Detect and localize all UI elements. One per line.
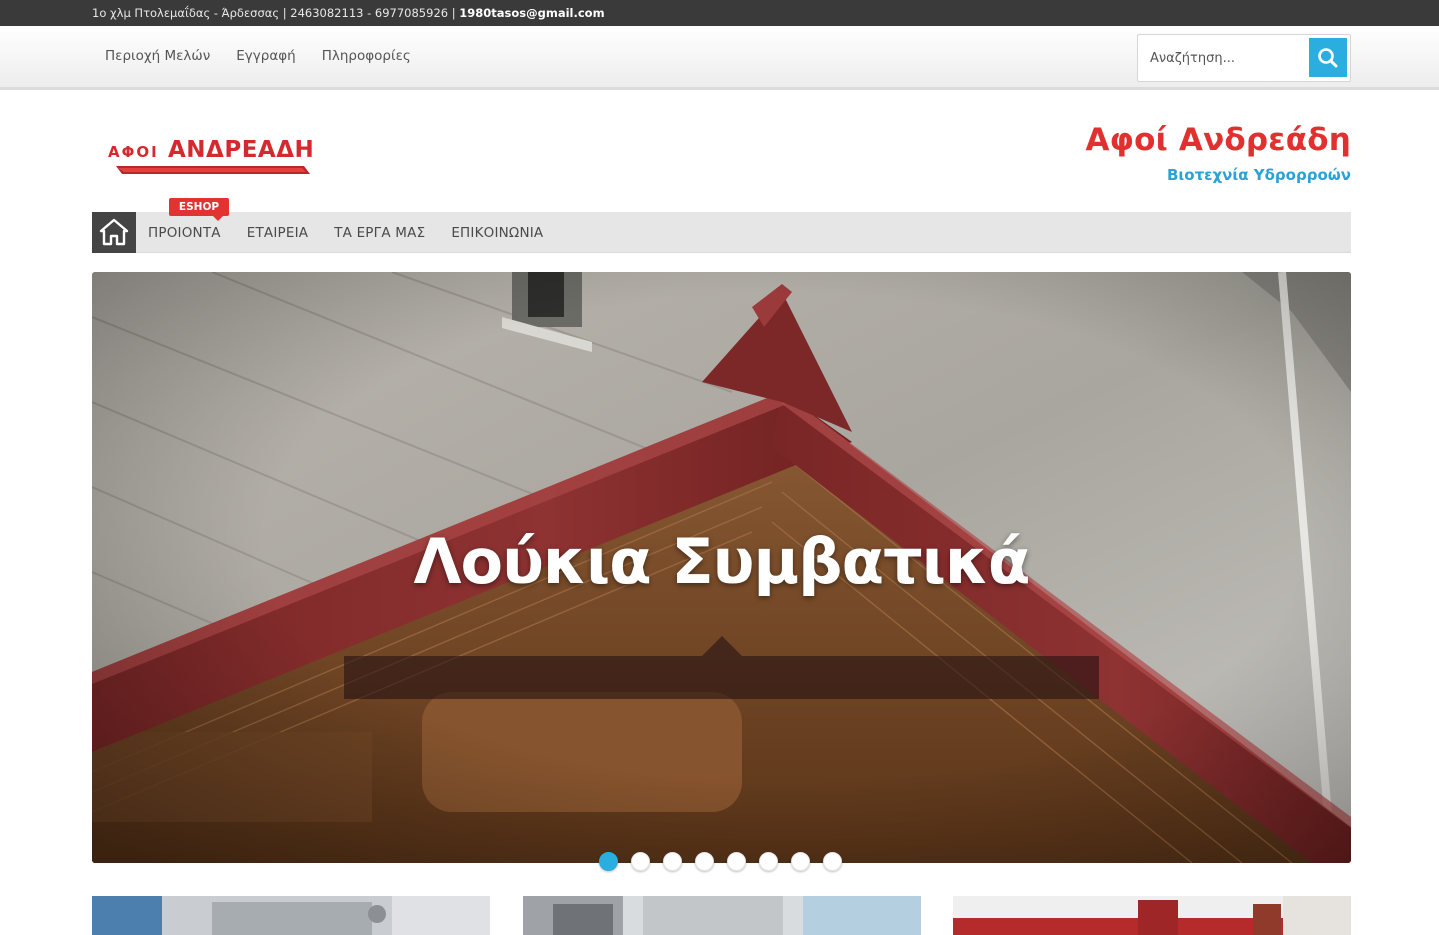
search-input[interactable] [1139,36,1307,80]
product-thumbnail-1[interactable] [92,896,490,935]
slider-dot-4[interactable] [695,852,714,871]
product-thumbnail-2[interactable] [523,896,921,935]
nav-item-projects[interactable]: ΤΑ ΕΡΓΑ ΜΑΣ [334,225,425,241]
site-logo[interactable]: ΑΦΟΙ ΑΝΔΡΕΑΔΗ [108,128,323,180]
slider-dot-8[interactable] [823,852,842,871]
register-link[interactable]: Εγγραφή [236,48,295,64]
slider-dot-6[interactable] [759,852,778,871]
slider-dot-1[interactable] [599,852,618,871]
svg-text:ΑΝΔΡΕΑΔΗ: ΑΝΔΡΕΑΔΗ [168,137,314,163]
utility-links: Περιοχή Μελών Εγγραφή Πληροφορίες [105,48,411,64]
info-link[interactable]: Πληροφορίες [322,48,411,64]
nav-item-products[interactable]: ΠΡΟΙΟΝΤΑ [148,225,221,241]
brand-subtitle: Βιοτεχνία Υδρορροών [1166,166,1351,184]
main-navigation: ΠΡΟΙΟΝΤΑ ΕΤΑΙΡΕΙΑ ΤΑ ΕΡΓΑ ΜΑΣ ΕΠΙΚΟΙΝΩΝΙ… [92,198,1351,253]
home-icon [99,218,129,246]
brand-title: Αφοί Ανδρεάδη [1085,122,1351,158]
svg-text:ΑΦΟΙ: ΑΦΟΙ [108,143,159,161]
search-button[interactable] [1309,38,1347,77]
caption-notch [702,636,742,656]
slider-dot-2[interactable] [631,852,650,871]
search-icon [1318,48,1338,68]
slider-pagination [599,852,842,871]
eshop-badge[interactable]: ESHOP [169,198,229,221]
slide-caption: Λούκια Συμβατικά [413,525,1030,598]
utility-bar: Περιοχή Μελών Εγγραφή Πληροφορίες [0,26,1439,90]
contact-bar: 1ο χλμ Πτολεμαΐδας - Άρδεσσας | 24630821… [0,0,1439,26]
contact-address-phone: 1ο χλμ Πτολεμαΐδας - Άρδεσσας | 24630821… [92,6,460,20]
caption-strip [344,656,1099,699]
contact-email[interactable]: 1980tasos@gmail.com [459,6,604,20]
members-area-link[interactable]: Περιοχή Μελών [105,48,210,64]
nav-items: ΠΡΟΙΟΝΤΑ ΕΤΑΙΡΕΙΑ ΤΑ ΕΡΓΑ ΜΑΣ ΕΠΙΚΟΙΝΩΝΙ… [148,212,543,253]
slider-dot-5[interactable] [727,852,746,871]
slider-dot-7[interactable] [791,852,810,871]
product-thumbnail-3[interactable] [953,896,1351,935]
search-box [1137,34,1351,82]
nav-item-contact[interactable]: ΕΠΙΚΟΙΝΩΝΙΑ [451,225,543,241]
slider-dot-3[interactable] [663,852,682,871]
nav-item-company[interactable]: ΕΤΑΙΡΕΙΑ [247,225,308,241]
home-button[interactable] [92,212,136,253]
